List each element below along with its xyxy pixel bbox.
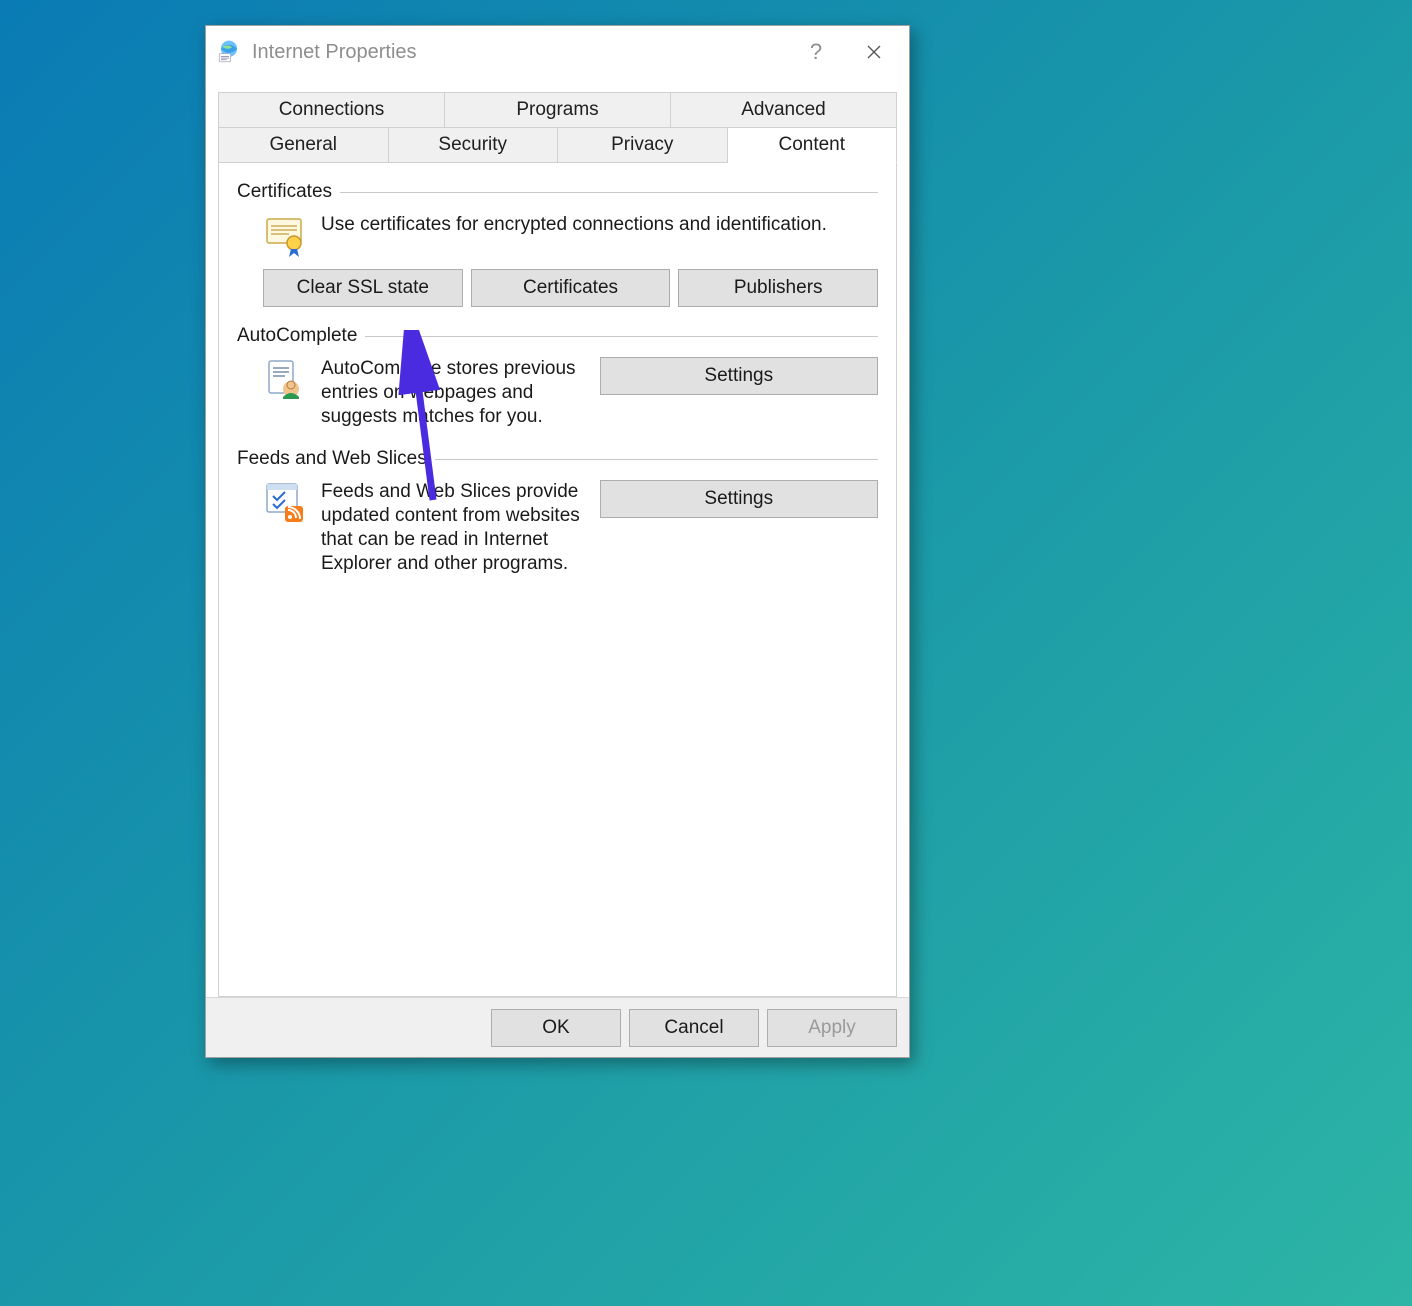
tab-advanced[interactable]: Advanced [671, 92, 897, 128]
internet-properties-dialog: Internet Properties ? Connections Progra… [205, 25, 910, 1058]
feeds-group: Feeds and Web Slices Feed [237, 448, 878, 581]
autocomplete-group: AutoComplete AutoComplete stores previ [237, 325, 878, 434]
certificates-group: Certificates Use certificates for encryp… [237, 181, 878, 311]
tab-connections[interactable]: Connections [218, 92, 445, 128]
tab-privacy[interactable]: Privacy [558, 128, 728, 163]
feeds-icon [263, 480, 307, 524]
autocomplete-description: AutoComplete stores previous entries on … [321, 357, 586, 428]
tab-content[interactable]: Content [728, 128, 898, 163]
feeds-settings-button[interactable]: Settings [600, 480, 879, 518]
certificates-title: Certificates [237, 181, 332, 203]
divider [435, 459, 878, 460]
titlebar: Internet Properties ? [206, 26, 909, 78]
tab-security[interactable]: Security [389, 128, 559, 163]
internet-options-icon [216, 39, 242, 65]
feeds-description: Feeds and Web Slices provide updated con… [321, 480, 586, 575]
autocomplete-title: AutoComplete [237, 325, 357, 347]
apply-button[interactable]: Apply [767, 1009, 897, 1047]
tab-strip: Connections Programs Advanced General Se… [206, 78, 909, 163]
divider [365, 336, 878, 337]
tab-general[interactable]: General [218, 128, 389, 163]
dialog-footer: OK Cancel Apply [206, 997, 909, 1057]
clear-ssl-state-button[interactable]: Clear SSL state [263, 269, 463, 307]
divider [340, 192, 878, 193]
window-title: Internet Properties [252, 41, 787, 64]
help-button[interactable]: ? [787, 30, 845, 74]
close-button[interactable] [845, 30, 903, 74]
autocomplete-icon [263, 357, 307, 401]
certificate-icon [263, 213, 307, 257]
content-panel: Certificates Use certificates for encryp… [218, 163, 897, 997]
feeds-title: Feeds and Web Slices [237, 448, 427, 470]
cancel-button[interactable]: Cancel [629, 1009, 759, 1047]
publishers-button[interactable]: Publishers [678, 269, 878, 307]
tab-programs[interactable]: Programs [445, 92, 671, 128]
certificates-description: Use certificates for encrypted connectio… [321, 213, 878, 237]
ok-button[interactable]: OK [491, 1009, 621, 1047]
certificates-button[interactable]: Certificates [471, 269, 671, 307]
autocomplete-settings-button[interactable]: Settings [600, 357, 879, 395]
